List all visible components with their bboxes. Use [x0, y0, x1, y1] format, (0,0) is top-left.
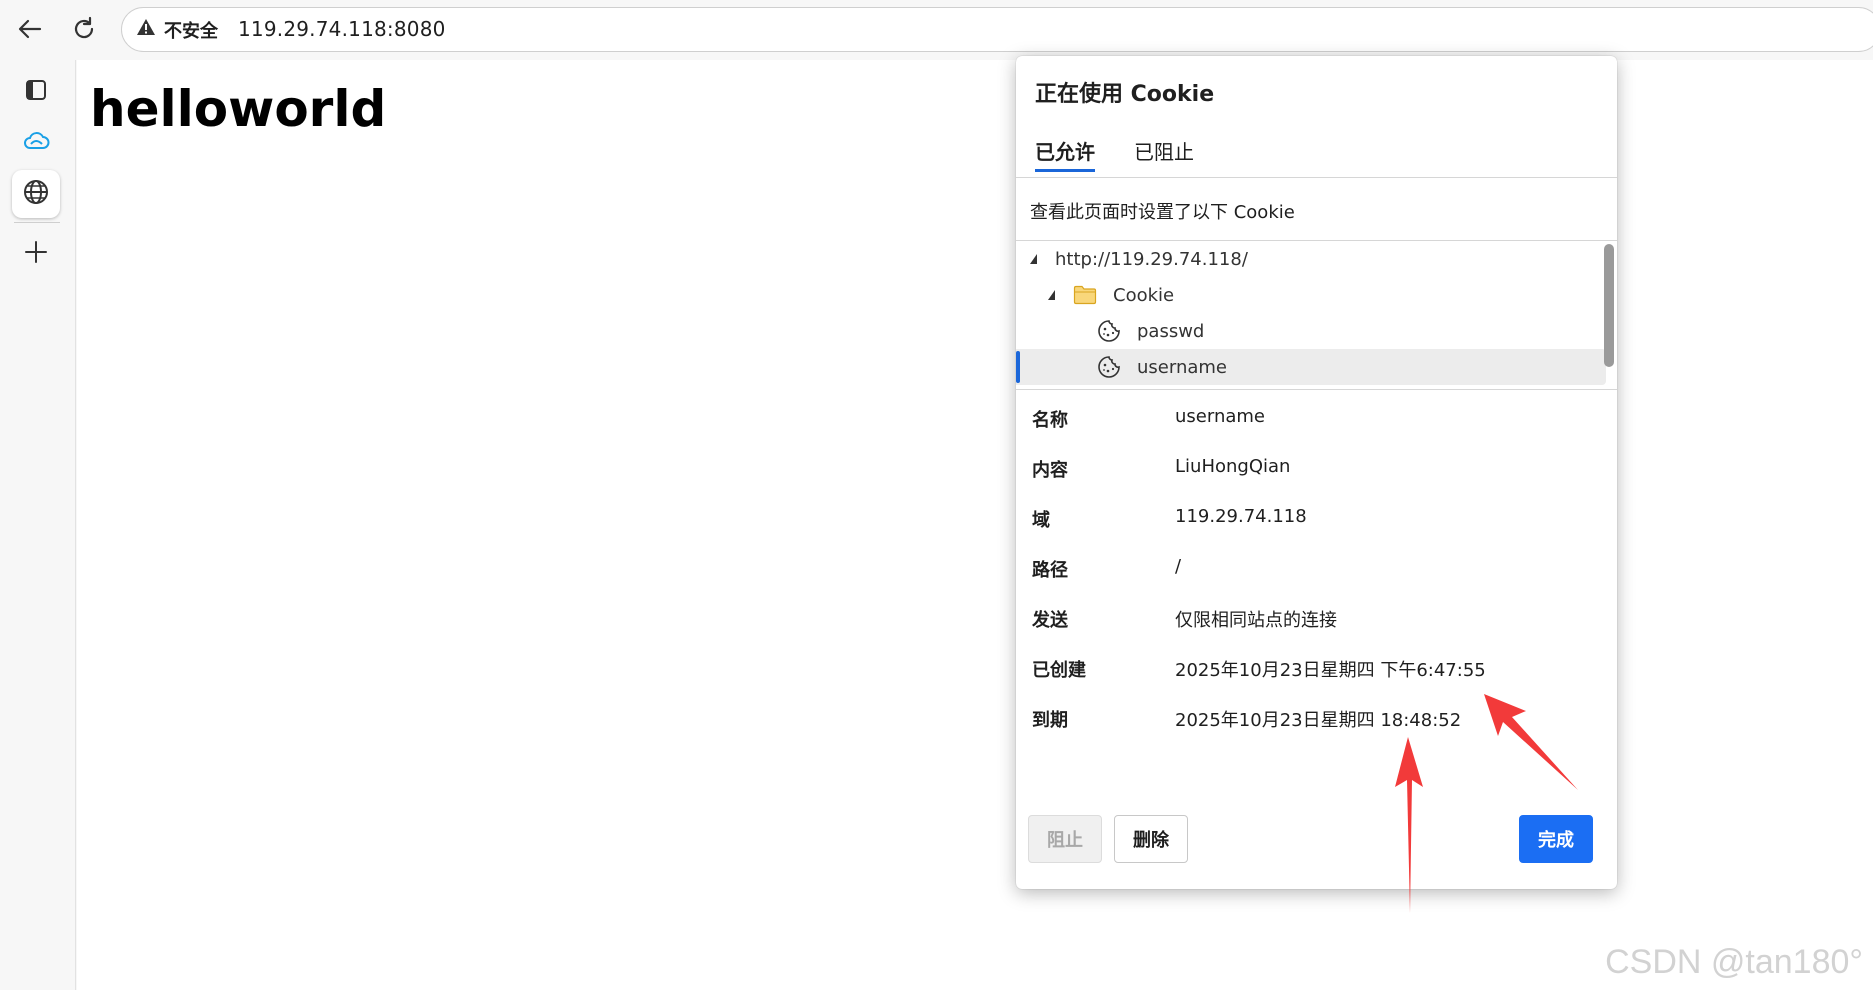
back-arrow-icon [16, 15, 44, 47]
watermark: CSDN @tan180° [1605, 943, 1863, 981]
tab-allowed[interactable]: 已允许 [1035, 136, 1095, 172]
detail-value-content: LiuHongQian [1175, 456, 1291, 477]
detail-label-domain: 域 [1032, 510, 1050, 531]
detail-value-domain: 119.29.74.118 [1175, 506, 1307, 527]
detail-value-created: 2025年10月23日星期四 下午6:47:55 [1175, 660, 1486, 681]
url-text[interactable]: 119.29.74.118:8080 [238, 8, 446, 51]
tab-blocked[interactable]: 已阻止 [1134, 136, 1194, 169]
address-bar[interactable]: 不安全 119.29.74.118:8080 [121, 7, 1873, 52]
delete-button[interactable]: 删除 [1114, 815, 1188, 863]
reload-icon [70, 15, 98, 47]
tree-item-cookie-selected[interactable]: username [1016, 349, 1606, 385]
tree-item-cookie[interactable]: passwd [1016, 313, 1606, 349]
cookie-icon [1097, 355, 1121, 379]
detail-value-expires: 2025年10月23日星期四 18:48:52 [1175, 710, 1462, 731]
detail-label-path: 路径 [1032, 560, 1068, 581]
cookies-dialog: 正在使用 Cookie 已允许 已阻止 查看此页面时设置了以下 Cookie h… [1016, 56, 1617, 889]
plus-icon [23, 239, 49, 269]
add-button[interactable] [12, 230, 60, 278]
cloud-icon [22, 129, 50, 157]
vertical-sidebar [0, 60, 76, 990]
cookie-icon [1097, 319, 1121, 343]
warning-icon [136, 17, 156, 42]
detail-value-send-for: 仅限相同站点的连接 [1175, 610, 1337, 631]
detail-label-send-for: 发送 [1032, 610, 1068, 631]
tab-actions-button[interactable] [12, 68, 60, 116]
security-label: 不安全 [164, 20, 218, 42]
folder-label: Cookie [1113, 284, 1175, 306]
cloud-button[interactable] [12, 119, 60, 167]
detail-value-name: username [1175, 406, 1265, 427]
security-indicator[interactable]: 不安全 [136, 8, 218, 51]
dialog-description: 查看此页面时设置了以下 Cookie [1030, 202, 1295, 223]
detail-value-path: / [1175, 556, 1182, 577]
block-button[interactable]: 阻止 [1028, 815, 1102, 863]
cookie-tree[interactable]: http://119.29.74.118/ Cookie passwd user… [1016, 240, 1617, 390]
globe-button[interactable] [12, 170, 60, 218]
detail-label-content: 内容 [1032, 460, 1068, 481]
dialog-title: 正在使用 Cookie [1035, 82, 1215, 107]
expand-triangle-icon[interactable] [1048, 290, 1055, 300]
detail-label-expires: 到期 [1032, 710, 1068, 731]
tree-item-origin[interactable]: http://119.29.74.118/ [1016, 241, 1606, 277]
cookie-name-label: username [1137, 356, 1227, 378]
detail-label-name: 名称 [1032, 410, 1068, 431]
reload-button[interactable] [63, 10, 105, 52]
selection-indicator [1016, 351, 1020, 383]
back-button[interactable] [9, 10, 51, 52]
tree-item-cookie-folder[interactable]: Cookie [1016, 277, 1606, 313]
done-button[interactable]: 完成 [1519, 815, 1593, 863]
origin-label: http://119.29.74.118/ [1055, 248, 1248, 270]
detail-label-created: 已创建 [1032, 660, 1086, 681]
folder-icon [1073, 285, 1097, 305]
browser-toolbar: 不安全 119.29.74.118:8080 [0, 0, 1873, 60]
page-heading: helloworld [90, 80, 387, 138]
tabs-icon [23, 77, 49, 107]
expand-triangle-icon[interactable] [1030, 254, 1037, 264]
cookie-name-label: passwd [1137, 320, 1205, 342]
tree-scrollbar[interactable] [1604, 244, 1614, 367]
globe-icon [22, 178, 50, 210]
sidebar-divider [14, 222, 60, 223]
tabs-divider [1016, 177, 1617, 178]
